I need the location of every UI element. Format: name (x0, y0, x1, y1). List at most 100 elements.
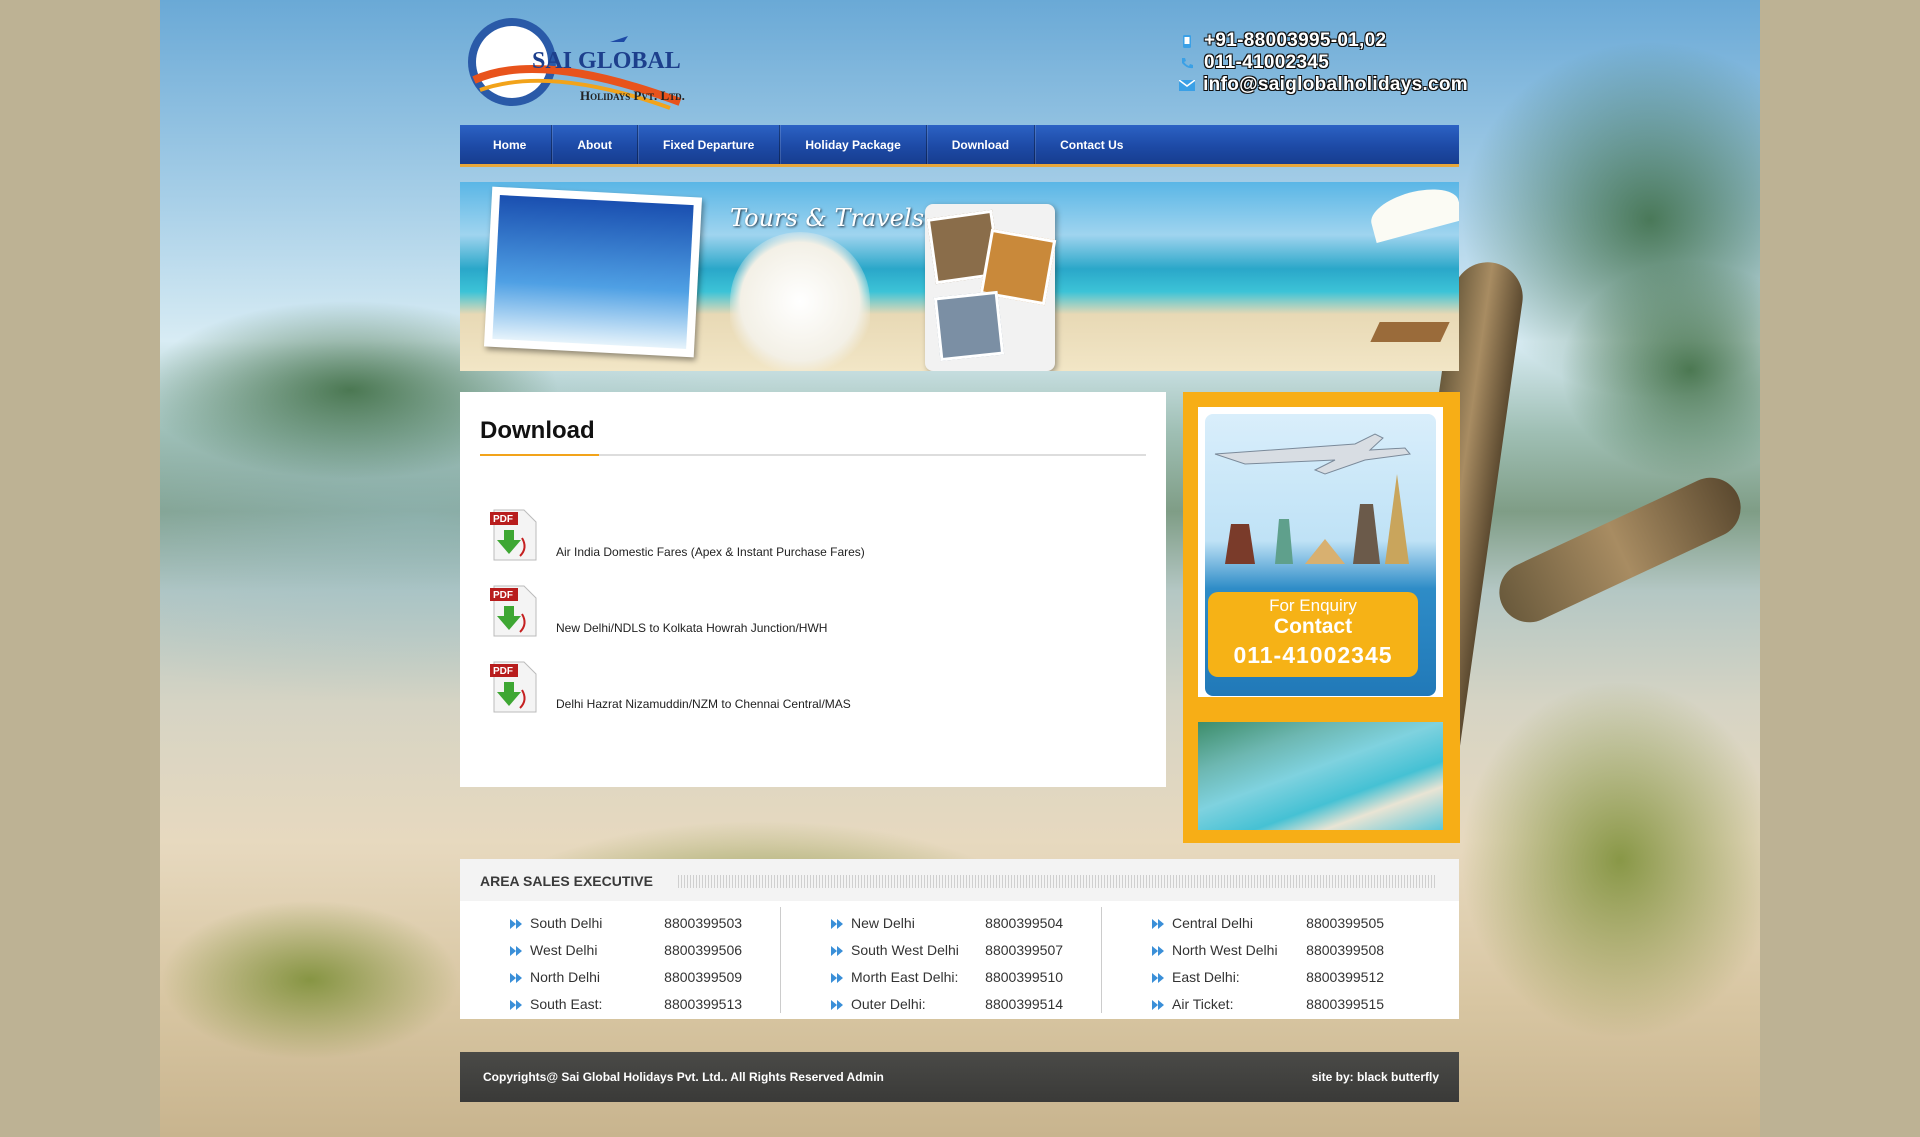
download-item[interactable]: PDF Delhi Hazrat Nizamuddin/NZM to Chenn… (488, 660, 851, 714)
banner-postcards (925, 204, 1057, 371)
download-label[interactable]: Delhi Hazrat Nizamuddin/NZM to Chennai C… (556, 697, 851, 711)
banner-caption: Tours & Travels (730, 204, 925, 232)
download-item[interactable]: PDF New Delhi/NDLS to Kolkata Howrah Jun… (488, 584, 827, 638)
phone-icon (1178, 56, 1196, 70)
enquiry-line2: Contact (1273, 615, 1353, 638)
svg-text:PDF: PDF (493, 590, 513, 601)
sales-area-name: Central Delhi (1172, 914, 1253, 931)
sales-row: West Delhi 8800399506 (460, 936, 760, 963)
main-nav: Home About Fixed Departure Holiday Packa… (460, 125, 1459, 167)
header-stripes (678, 875, 1437, 888)
download-item[interactable]: PDF Air India Domestic Fares (Apex & Ins… (488, 508, 865, 562)
double-arrow-icon (1152, 998, 1166, 1010)
contact-phone: 011-41002345 (1178, 52, 1468, 74)
sales-row: South West Delhi 8800399507 (781, 936, 1081, 963)
area-sales-title: AREA SALES EXECUTIVE (480, 873, 653, 889)
sales-row: Outer Delhi: 8800399514 (781, 990, 1081, 1017)
airplane-landmarks-icon (1214, 433, 1411, 564)
sales-area-name: New Delhi (851, 914, 915, 931)
double-arrow-icon (831, 944, 845, 956)
sales-row: Central Delhi 8800399505 (1102, 909, 1402, 936)
sales-area-name: Air Ticket: (1172, 995, 1234, 1012)
sales-number[interactable]: 8800399504 (985, 915, 1081, 931)
nav-fixed-departure[interactable]: Fixed Departure (638, 125, 781, 164)
nav-contact-us[interactable]: Contact Us (1035, 125, 1148, 164)
sales-row: North Delhi 8800399509 (460, 963, 760, 990)
site-footer: Copyrights@ Sai Global Holidays Pvt. Ltd… (460, 1052, 1459, 1102)
download-label[interactable]: Air India Domestic Fares (Apex & Instant… (556, 545, 865, 559)
sales-number[interactable]: 8800399514 (985, 996, 1081, 1012)
footer-copyright[interactable]: Copyrights@ Sai Global Holidays Pvt. Ltd… (483, 1070, 884, 1084)
logo-sub-text: Holidays Pvt. Ltd. (580, 88, 685, 103)
enquiry-phone[interactable]: 011-41002345 (1208, 642, 1418, 669)
sales-number[interactable]: 8800399509 (664, 969, 760, 985)
banner-family-photo (730, 232, 870, 371)
double-arrow-icon (1152, 944, 1166, 956)
double-arrow-icon (510, 998, 524, 1010)
sales-number[interactable]: 8800399505 (1306, 915, 1402, 931)
sales-area-name: Morth East Delhi: (851, 968, 959, 985)
nav-download[interactable]: Download (927, 125, 1036, 164)
sales-column: South Delhi 8800399503 West Delhi 88003995… (460, 909, 760, 1017)
double-arrow-icon (510, 917, 524, 929)
contact-mobile-text[interactable]: +91-88003995-01,02 (1204, 30, 1386, 52)
banner-photo-card (483, 186, 703, 358)
sales-area-name: East Delhi: (1172, 968, 1240, 985)
sales-row: South East: 8800399513 (460, 990, 760, 1017)
double-arrow-icon (831, 998, 845, 1010)
sales-number[interactable]: 8800399512 (1306, 969, 1402, 985)
nav-home[interactable]: Home (468, 125, 553, 164)
contact-mobile: +91-88003995-01,02 (1178, 30, 1468, 52)
sales-row: North West Delhi 8800399508 (1102, 936, 1402, 963)
sales-number[interactable]: 8800399515 (1306, 996, 1402, 1012)
banner-lounge-chair (1370, 322, 1450, 342)
sidebar: For Enquiry Contact 011-41002345 (1183, 392, 1460, 843)
mail-icon (1178, 78, 1195, 92)
sales-area-name: North West Delhi (1172, 941, 1278, 958)
sales-area-name: South Delhi (530, 914, 603, 931)
area-sales-header: AREA SALES EXECUTIVE (460, 859, 1459, 901)
svg-text:PDF: PDF (493, 666, 513, 677)
title-divider (480, 454, 1146, 456)
banner-umbrella (1366, 182, 1459, 243)
logo-brand-text: SAI GLOBAL (532, 48, 681, 74)
sales-area-name: South East: (530, 995, 603, 1012)
beach-photo[interactable] (1198, 722, 1443, 830)
sales-column: New Delhi 8800399504 South West Delhi 8800… (781, 909, 1081, 1017)
download-label[interactable]: New Delhi/NDLS to Kolkata Howrah Junctio… (556, 621, 827, 635)
area-sales-section: AREA SALES EXECUTIVE South Delhi 88003995… (460, 859, 1459, 1019)
nav-about[interactable]: About (552, 125, 638, 164)
page-title: Download (480, 417, 595, 444)
enquiry-box[interactable]: For Enquiry Contact 011-41002345 (1208, 592, 1418, 677)
enquiry-card[interactable]: For Enquiry Contact 011-41002345 (1198, 407, 1443, 697)
enquiry-line1: For Enquiry (1269, 596, 1357, 615)
double-arrow-icon (510, 944, 524, 956)
pdf-download-icon[interactable]: PDF (488, 584, 542, 638)
double-arrow-icon (831, 971, 845, 983)
contact-email: info@saiglobalholidays.com (1178, 74, 1468, 96)
sales-number[interactable]: 8800399510 (985, 969, 1081, 985)
contact-phone-text[interactable]: 011-41002345 (1204, 52, 1329, 74)
sales-number[interactable]: 8800399508 (1306, 942, 1402, 958)
footer-credit[interactable]: site by: black butterfly (1312, 1070, 1439, 1084)
double-arrow-icon (510, 971, 524, 983)
contact-email-text[interactable]: info@saiglobalholidays.com (1203, 74, 1468, 96)
sales-number[interactable]: 8800399507 (985, 942, 1081, 958)
nav-holiday-package[interactable]: Holiday Package (780, 125, 927, 164)
sales-row: Morth East Delhi: 8800399510 (781, 963, 1081, 990)
main-content: Download PDF Air India Domestic Fares (A… (460, 392, 1166, 787)
sales-number[interactable]: 8800399506 (664, 942, 760, 958)
pdf-download-icon[interactable]: PDF (488, 508, 542, 562)
sales-number[interactable]: 8800399503 (664, 915, 760, 931)
sales-area-name: South West Delhi (851, 941, 959, 958)
mobile-icon (1178, 34, 1196, 48)
sales-number[interactable]: 8800399513 (664, 996, 760, 1012)
sales-row: Air Ticket: 8800399515 (1102, 990, 1402, 1017)
sales-row: New Delhi 8800399504 (781, 909, 1081, 936)
pdf-download-icon[interactable]: PDF (488, 660, 542, 714)
site-logo[interactable]: SAI GLOBAL Holidays Pvt. Ltd. (460, 10, 720, 115)
hero-banner: Tours & Travels (460, 182, 1459, 371)
sales-area-name: West Delhi (530, 941, 598, 958)
header-contacts: +91-88003995-01,02 011-41002345 info@sai… (1178, 30, 1468, 96)
double-arrow-icon (831, 917, 845, 929)
